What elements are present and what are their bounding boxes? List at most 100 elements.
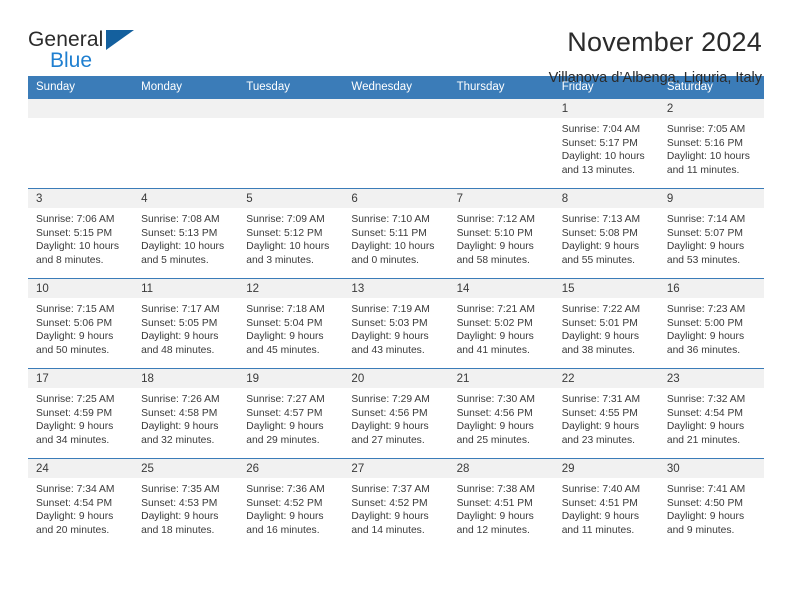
sunrise-time: Sunrise: 7:30 AM xyxy=(456,394,535,405)
sunrise-time: Sunrise: 7:09 AM xyxy=(246,214,325,225)
day-number xyxy=(448,99,554,118)
day-details: Sunrise: 7:41 AM Sunset: 4:50 PM Daylight:… xyxy=(659,478,764,537)
sunset-time: Sunset: 5:12 PM xyxy=(246,227,323,239)
daylight-duration-line2: and 29 minutes. xyxy=(246,434,320,446)
page-title: November 2024 xyxy=(567,27,762,57)
calendar-day-cell[interactable]: 2 Sunrise: 7:05 AM Sunset: 5:16 PM Daylight… xyxy=(658,98,764,189)
day-details: Sunrise: 7:22 AM Sunset: 5:01 PM Daylight:… xyxy=(554,298,659,357)
calendar-day-cell[interactable]: 18 Sunrise: 7:26 AM Sunset: 4:58 PM Dayligh… xyxy=(133,368,239,459)
weekday-header-thursday: Thursday xyxy=(448,76,554,99)
day-number xyxy=(343,99,449,118)
sunrise-time: Sunrise: 7:12 AM xyxy=(456,214,535,225)
calendar-day-cell[interactable]: 8 Sunrise: 7:13 AM Sunset: 5:08 PM Daylight… xyxy=(553,188,659,279)
calendar-day-cell[interactable]: 3 Sunrise: 7:06 AM Sunset: 5:15 PM Daylight… xyxy=(28,188,134,279)
day-details: Sunrise: 7:18 AM Sunset: 5:04 PM Daylight:… xyxy=(238,298,343,357)
day-details: Sunrise: 7:30 AM Sunset: 4:56 PM Daylight:… xyxy=(449,388,554,447)
calendar-week-row: 3 Sunrise: 7:06 AM Sunset: 5:15 PM Daylight… xyxy=(28,188,764,279)
daylight-duration-line2: and 53 minutes. xyxy=(666,254,741,266)
sunrise-time: Sunrise: 7:38 AM xyxy=(456,484,535,495)
calendar-day-cell[interactable]: 9 Sunrise: 7:14 AM Sunset: 5:07 PM Daylight… xyxy=(658,188,764,279)
daylight-duration-line1: Daylight: 9 hours xyxy=(351,421,429,433)
calendar-day-cell[interactable]: 29 Sunrise: 7:40 AM Sunset: 4:51 PM Dayligh… xyxy=(553,458,659,549)
daylight-duration-line2: and 27 minutes. xyxy=(351,434,425,446)
daylight-duration-line1: Daylight: 9 hours xyxy=(36,331,114,343)
calendar-day-cell[interactable]: 27 Sunrise: 7:37 AM Sunset: 4:52 PM Dayligh… xyxy=(343,458,449,549)
brand-name-blue: Blue xyxy=(50,49,93,72)
sunset-time: Sunset: 4:50 PM xyxy=(666,497,743,509)
calendar-day-cell[interactable]: 26 Sunrise: 7:36 AM Sunset: 4:52 PM Dayligh… xyxy=(238,458,344,549)
day-details: Sunrise: 7:23 AM Sunset: 5:00 PM Daylight:… xyxy=(659,298,764,357)
day-number: 24 xyxy=(28,459,134,478)
day-number: 12 xyxy=(238,279,344,298)
daylight-duration-line2: and 58 minutes. xyxy=(456,254,530,266)
calendar-day-cell[interactable]: 24 Sunrise: 7:34 AM Sunset: 4:54 PM Dayligh… xyxy=(28,458,134,549)
calendar-day-cell[interactable]: 12 Sunrise: 7:18 AM Sunset: 5:04 PM Dayligh… xyxy=(238,278,344,369)
day-details: Sunrise: 7:10 AM Sunset: 5:11 PM Daylight:… xyxy=(343,208,448,267)
calendar-day-cell[interactable]: 23 Sunrise: 7:32 AM Sunset: 4:54 PM Dayligh… xyxy=(658,368,764,459)
calendar-day-cell[interactable]: 10 Sunrise: 7:15 AM Sunset: 5:06 PM Dayligh… xyxy=(28,278,134,369)
sunset-time: Sunset: 5:00 PM xyxy=(666,317,743,329)
calendar-body: 1 Sunrise: 7:04 AM Sunset: 5:17 PM Daylight… xyxy=(28,98,764,549)
calendar-day-cell[interactable]: 28 Sunrise: 7:38 AM Sunset: 4:51 PM Dayligh… xyxy=(448,458,554,549)
sunrise-time: Sunrise: 7:41 AM xyxy=(666,484,746,495)
daylight-duration-line1: Daylight: 10 hours xyxy=(36,241,119,253)
calendar-day-cell[interactable]: 5 Sunrise: 7:09 AM Sunset: 5:12 PM Daylight… xyxy=(238,188,344,279)
sunset-time: Sunset: 4:56 PM xyxy=(456,407,533,419)
day-details: Sunrise: 7:15 AM Sunset: 5:06 PM Daylight:… xyxy=(28,298,133,357)
calendar-day-cell[interactable]: 4 Sunrise: 7:08 AM Sunset: 5:13 PM Daylight… xyxy=(133,188,239,279)
daylight-duration-line2: and 16 minutes. xyxy=(246,524,320,536)
brand-logo[interactable]: General Blue xyxy=(28,26,148,71)
daylight-duration-line2: and 20 minutes. xyxy=(36,524,110,536)
sunrise-time: Sunrise: 7:13 AM xyxy=(561,214,641,225)
calendar-day-cell[interactable]: 1 Sunrise: 7:04 AM Sunset: 5:17 PM Daylight… xyxy=(553,98,659,189)
daylight-duration-line1: Daylight: 9 hours xyxy=(666,241,745,253)
sunrise-time: Sunrise: 7:29 AM xyxy=(351,394,430,405)
sunset-time: Sunset: 5:13 PM xyxy=(141,227,218,239)
calendar-day-cell[interactable]: 7 Sunrise: 7:12 AM Sunset: 5:10 PM Daylight… xyxy=(448,188,554,279)
sunrise-time: Sunrise: 7:36 AM xyxy=(246,484,325,495)
title-block: November 2024 Villanova d’Albenga, Ligur… xyxy=(549,26,764,88)
calendar-day-cell[interactable]: 15 Sunrise: 7:22 AM Sunset: 5:01 PM Dayligh… xyxy=(553,278,659,369)
day-details: Sunrise: 7:14 AM Sunset: 5:07 PM Daylight:… xyxy=(659,208,764,267)
daylight-duration-line2: and 32 minutes. xyxy=(141,434,215,446)
daylight-duration-line1: Daylight: 10 hours xyxy=(666,151,750,163)
sunrise-time: Sunrise: 7:31 AM xyxy=(561,394,641,405)
daylight-duration-line2: and 8 minutes. xyxy=(36,254,104,266)
sunset-time: Sunset: 5:16 PM xyxy=(666,137,743,149)
calendar-day-cell[interactable]: 30 Sunrise: 7:41 AM Sunset: 4:50 PM Dayligh… xyxy=(658,458,764,549)
daylight-duration-line2: and 21 minutes. xyxy=(666,434,741,446)
day-details: Sunrise: 7:09 AM Sunset: 5:12 PM Daylight:… xyxy=(238,208,343,267)
daylight-duration-line1: Daylight: 9 hours xyxy=(456,511,534,523)
sunset-time: Sunset: 5:10 PM xyxy=(456,227,533,239)
sunset-time: Sunset: 5:03 PM xyxy=(351,317,428,329)
calendar-day-cell[interactable]: 21 Sunrise: 7:30 AM Sunset: 4:56 PM Dayligh… xyxy=(448,368,554,459)
calendar-day-cell[interactable]: 25 Sunrise: 7:35 AM Sunset: 4:53 PM Dayligh… xyxy=(133,458,239,549)
calendar-day-cell[interactable]: 19 Sunrise: 7:27 AM Sunset: 4:57 PM Dayligh… xyxy=(238,368,344,459)
day-number: 4 xyxy=(133,189,239,208)
calendar-week-row: 17 Sunrise: 7:25 AM Sunset: 4:59 PM Dayligh… xyxy=(28,368,764,459)
daylight-duration-line1: Daylight: 9 hours xyxy=(351,331,429,343)
calendar-day-cell[interactable]: 13 Sunrise: 7:19 AM Sunset: 5:03 PM Dayligh… xyxy=(343,278,449,369)
brand-triangle-icon xyxy=(106,30,134,50)
calendar-day-cell[interactable]: 6 Sunrise: 7:10 AM Sunset: 5:11 PM Daylight… xyxy=(343,188,449,279)
calendar-day-cell[interactable]: 11 Sunrise: 7:17 AM Sunset: 5:05 PM Dayligh… xyxy=(133,278,239,369)
weekday-header-monday: Monday xyxy=(133,76,239,99)
calendar-day-cell-empty xyxy=(448,98,554,189)
daylight-duration-line2: and 3 minutes. xyxy=(246,254,314,266)
day-number: 29 xyxy=(553,459,659,478)
day-number: 19 xyxy=(238,369,344,388)
calendar-day-cell[interactable]: 22 Sunrise: 7:31 AM Sunset: 4:55 PM Dayligh… xyxy=(553,368,659,459)
calendar-week-row: 24 Sunrise: 7:34 AM Sunset: 4:54 PM Dayligh… xyxy=(28,458,764,549)
calendar-day-cell[interactable]: 14 Sunrise: 7:21 AM Sunset: 5:02 PM Dayligh… xyxy=(448,278,554,369)
calendar-day-cell[interactable]: 17 Sunrise: 7:25 AM Sunset: 4:59 PM Dayligh… xyxy=(28,368,134,459)
day-details: Sunrise: 7:13 AM Sunset: 5:08 PM Daylight:… xyxy=(554,208,659,267)
calendar-day-cell[interactable]: 16 Sunrise: 7:23 AM Sunset: 5:00 PM Dayligh… xyxy=(658,278,764,369)
sunrise-time: Sunrise: 7:19 AM xyxy=(351,304,430,315)
day-number: 2 xyxy=(658,99,764,118)
daylight-duration-line2: and 9 minutes. xyxy=(666,524,735,536)
daylight-duration-line1: Daylight: 9 hours xyxy=(141,421,219,433)
day-details: Sunrise: 7:38 AM Sunset: 4:51 PM Daylight:… xyxy=(449,478,554,537)
weekday-header-tuesday: Tuesday xyxy=(238,76,344,99)
sunset-time: Sunset: 5:17 PM xyxy=(561,137,638,149)
calendar-day-cell[interactable]: 20 Sunrise: 7:29 AM Sunset: 4:56 PM Dayligh… xyxy=(343,368,449,459)
